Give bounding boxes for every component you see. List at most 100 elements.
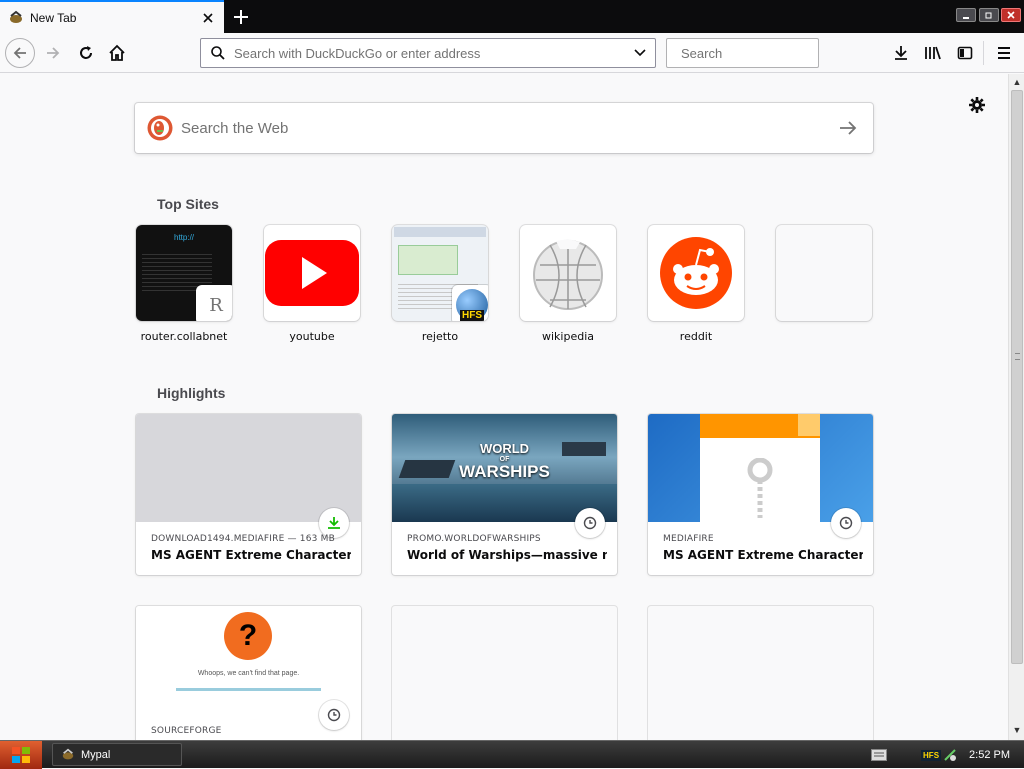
hamburger-menu-icon — [998, 47, 1010, 59]
top-sites-heading: Top Sites — [157, 196, 219, 212]
new-tab-button[interactable] — [228, 4, 254, 30]
taskbar-app-label: Mypal — [81, 748, 111, 761]
card-thumbnail — [136, 414, 361, 522]
clock-badge — [319, 700, 349, 730]
vertical-scrollbar[interactable]: ▲ ▼ — [1008, 74, 1024, 740]
top-site-label: reddit — [679, 330, 713, 343]
card-thumbnail: WORLD OF WARSHIPS — [392, 414, 617, 522]
top-site-label: router.collabnet — [140, 330, 228, 343]
top-site-tile[interactable] — [520, 225, 616, 321]
downloads-button[interactable] — [887, 39, 915, 67]
card-source: PROMO.WORLDOFWARSHIPS — [407, 534, 541, 544]
card-source: SOURCEFORGE — [151, 726, 222, 736]
logo-line: WORLD — [479, 441, 530, 456]
tab-close-icon[interactable] — [198, 8, 218, 28]
card-source: DOWNLOAD1494.MEDIAFIRE — 163 MB — [151, 534, 335, 544]
reload-button[interactable] — [72, 39, 100, 67]
start-button[interactable] — [0, 741, 42, 769]
top-site-wikipedia[interactable]: wikipedia — [520, 225, 616, 343]
site-letter-icon: R — [196, 285, 232, 321]
nav-toolbar — [0, 33, 1024, 73]
toolbar-separator — [983, 41, 984, 65]
web-search-input[interactable] — [181, 119, 833, 137]
scroll-down-icon[interactable]: ▼ — [1009, 722, 1024, 738]
top-site-tile[interactable] — [264, 225, 360, 321]
top-site-tile[interactable]: HFS — [392, 225, 488, 321]
address-bar[interactable] — [200, 38, 656, 68]
close-window-button[interactable] — [1001, 8, 1021, 22]
youtube-logo-icon — [265, 240, 359, 306]
clock-badge — [831, 508, 861, 538]
highlight-card[interactable]: ? Whoops, we can't find that page. SOURC… — [136, 606, 361, 740]
taskbar-app-mypal[interactable]: Mypal — [52, 743, 182, 766]
top-site-label: youtube — [289, 330, 335, 343]
globe-icon: HFS — [456, 289, 488, 321]
library-button[interactable] — [919, 39, 947, 67]
highlight-card[interactable]: MEDIAFIRE MS AGENT Extreme Character P..… — [648, 414, 873, 575]
restore-button[interactable] — [979, 8, 999, 22]
logo-line: WARSHIPS — [459, 461, 550, 481]
scrollbar-thumb[interactable] — [1011, 90, 1023, 664]
sidebar-button[interactable] — [951, 39, 979, 67]
plus-icon — [234, 10, 248, 24]
customize-button[interactable] — [966, 94, 988, 116]
network-icon[interactable] — [943, 748, 957, 762]
error-message: Whoops, we can't find that page. — [197, 670, 300, 677]
minimize-button[interactable] — [956, 8, 976, 22]
chevron-down-icon[interactable] — [633, 46, 647, 60]
card-title: MS AGENT Extreme Character P... — [663, 548, 863, 562]
warships-logo: WORLD OF WARSHIPS — [392, 442, 617, 481]
arrow-right-icon — [840, 121, 857, 135]
top-site-empty[interactable] — [776, 225, 872, 330]
search-submit-button[interactable] — [833, 113, 863, 143]
highlights-heading: Highlights — [157, 385, 226, 401]
clock[interactable]: 2:52 PM — [969, 749, 1010, 761]
clock-icon — [327, 708, 341, 722]
home-icon — [109, 44, 125, 61]
top-site-rejetto[interactable]: HFS rejetto — [392, 225, 488, 343]
mypal-favicon-icon — [10, 10, 22, 23]
top-site-router[interactable]: http:// R router.collabnet — [136, 225, 232, 343]
forward-button[interactable] — [39, 39, 67, 67]
home-button[interactable] — [103, 39, 131, 67]
top-site-tile[interactable]: http:// R — [136, 225, 232, 321]
reload-icon — [80, 46, 92, 59]
duckduckgo-logo-icon — [147, 115, 173, 141]
search-bar[interactable] — [666, 38, 857, 68]
hfs-tray-icon[interactable]: HFS — [921, 749, 942, 761]
tab-new-tab[interactable]: New Tab — [0, 0, 224, 33]
top-site-tile[interactable] — [648, 225, 744, 321]
card-title: MS AGENT Extreme Character P... — [151, 548, 351, 562]
gear-icon — [969, 97, 985, 113]
page-header-bar — [394, 227, 486, 237]
library-icon — [925, 46, 941, 60]
clock-badge — [575, 508, 605, 538]
search-icon — [211, 46, 225, 60]
keyboard-icon[interactable] — [871, 749, 888, 761]
top-site-reddit[interactable]: reddit — [648, 225, 744, 343]
address-input[interactable] — [234, 45, 633, 61]
web-search-box[interactable] — [135, 103, 873, 153]
highlight-card[interactable]: WORLD OF WARSHIPS PROMO.WORLDOFWARSHIPS … — [392, 414, 617, 575]
search-input[interactable] — [681, 45, 857, 61]
card-thumbnail: ? Whoops, we can't find that page. — [136, 606, 361, 714]
arrow-left-icon — [13, 47, 26, 59]
grip-icon — [1015, 353, 1020, 360]
top-site-youtube[interactable]: youtube — [264, 225, 360, 343]
screenshot-text: http:// — [174, 233, 195, 242]
highlight-card[interactable]: DOWNLOAD1494.MEDIAFIRE — 163 MB MS AGENT… — [136, 414, 361, 575]
top-site-placeholder[interactable] — [776, 225, 872, 321]
clock-icon — [839, 516, 853, 530]
card-source: MEDIAFIRE — [663, 534, 714, 544]
taskbar: Mypal HFS 2:52 PM — [0, 740, 1024, 769]
mypal-app-icon — [62, 748, 74, 759]
page-thumbnail — [398, 245, 458, 275]
scroll-up-icon[interactable]: ▲ — [1009, 74, 1024, 90]
menu-button[interactable] — [990, 39, 1018, 67]
back-button[interactable] — [5, 38, 35, 68]
highlight-placeholder — [648, 606, 873, 740]
tab-strip: New Tab — [0, 0, 1024, 33]
top-site-label: rejetto — [421, 330, 459, 343]
hfs-badge: HFS — [460, 310, 484, 321]
new-tab-page: Top Sites http:// R router.collabnet you… — [0, 74, 1008, 740]
